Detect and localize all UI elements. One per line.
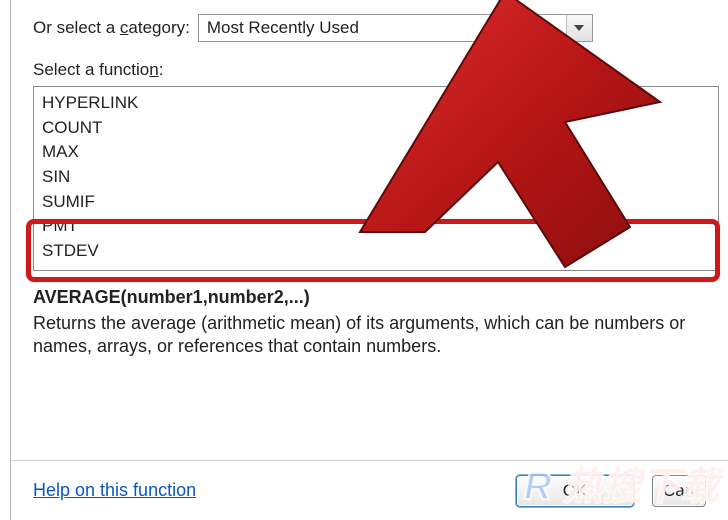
category-combobox[interactable]: Most Recently Used xyxy=(198,14,593,42)
function-label-suffix: : xyxy=(159,60,164,79)
list-item[interactable]: STDEV xyxy=(42,239,710,264)
dialog-footer: Help on this function OK Can xyxy=(11,460,728,520)
list-item[interactable]: COUNT xyxy=(42,116,710,141)
category-row: Or select a category: Most Recently Used xyxy=(33,14,710,42)
list-item[interactable]: MAX xyxy=(42,140,710,165)
cancel-button[interactable]: Can xyxy=(652,475,706,507)
function-description: Returns the average (arithmetic mean) of… xyxy=(33,312,710,359)
function-listbox[interactable]: HYPERLINK COUNT MAX SIN SUMIF PMT STDEV xyxy=(33,86,719,271)
category-label: Or select a category: xyxy=(33,18,190,38)
list-item[interactable]: PMT xyxy=(42,214,710,239)
chevron-down-icon[interactable] xyxy=(566,15,592,41)
function-list-label: Select a function: xyxy=(33,60,710,80)
function-label-mnemonic: n xyxy=(149,60,158,79)
category-combobox-value: Most Recently Used xyxy=(199,16,566,40)
function-label-prefix: Select a functio xyxy=(33,60,149,79)
list-item[interactable]: HYPERLINK xyxy=(42,91,710,116)
category-label-suffix: ategory: xyxy=(128,18,189,37)
insert-function-dialog: Or select a category: Most Recently Used… xyxy=(10,0,728,520)
function-signature: AVERAGE(number1,number2,...) xyxy=(33,287,710,308)
dialog-body: Or select a category: Most Recently Used… xyxy=(11,0,728,369)
list-item[interactable]: SUMIF xyxy=(42,190,710,215)
list-item[interactable]: SIN xyxy=(42,165,710,190)
help-link[interactable]: Help on this function xyxy=(33,480,196,501)
ok-button[interactable]: OK xyxy=(516,475,634,507)
category-label-prefix: Or select a xyxy=(33,18,120,37)
